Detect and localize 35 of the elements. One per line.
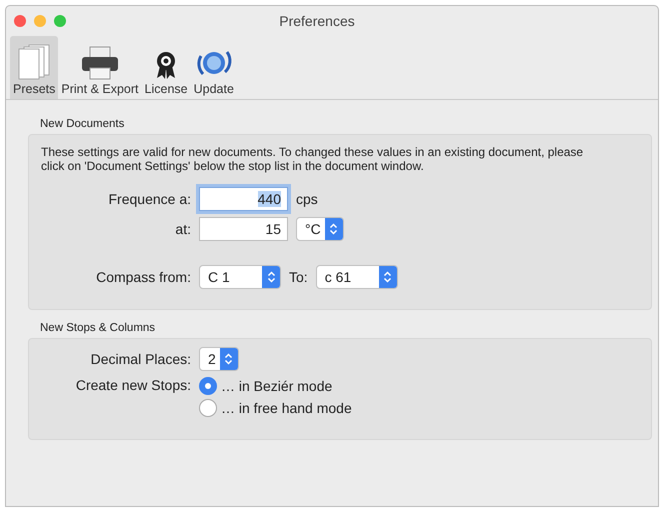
printer-icon — [80, 46, 119, 80]
decimal-places-popup-button[interactable]: 2 — [199, 347, 239, 371]
field-label: Frequence a: — [108, 191, 191, 207]
compass-from-popup-button[interactable]: C 1 — [199, 265, 281, 289]
description-text: These settings are valid for new documents. To changed these values in an existing document, please click on 'Document Settings' below the stop list in the document window. — [41, 145, 584, 173]
field-label: Compass from: — [95, 269, 191, 285]
minimize-button[interactable] — [34, 15, 46, 27]
award-ribbon-icon — [155, 50, 178, 80]
frequency-input-field[interactable]: 440 — [199, 187, 288, 211]
field-label: To: — [289, 269, 308, 285]
temperature-input-field[interactable]: 15 — [199, 217, 288, 241]
stepper-arrows-icon — [324, 218, 343, 240]
group-title: New Stops & Columns — [40, 322, 156, 334]
compass-to-popup-button[interactable]: c 61 — [316, 265, 398, 289]
toolbar-tab[interactable]: Update — [190, 36, 237, 99]
stepper-arrows-icon — [378, 266, 397, 288]
radio-button[interactable] — [199, 399, 217, 417]
window-title: Preferences — [279, 13, 355, 29]
stepper-arrows-icon — [262, 266, 280, 288]
field-label: at: — [174, 221, 191, 237]
field-label: Create new Stops: — [74, 377, 191, 393]
toolbar-tab[interactable]: License — [142, 36, 191, 99]
radio-label: … in free hand mode — [221, 400, 352, 416]
toolbar-tab[interactable]: Print & Export — [58, 36, 142, 99]
toolbar-tab[interactable]: Presets — [10, 36, 58, 99]
radio-button[interactable] — [199, 377, 217, 395]
stepper-arrows-icon — [220, 348, 238, 370]
group-title: New Documents — [40, 118, 126, 130]
zoom-button[interactable] — [54, 15, 66, 27]
field-label: Decimal Places: — [90, 351, 191, 367]
unit-label: cps — [296, 191, 318, 207]
radio-label: … in Beziér mode — [221, 378, 332, 394]
unit-popup-button[interactable]: °C — [296, 217, 344, 241]
documents-icon — [17, 44, 52, 80]
close-button[interactable] — [14, 15, 26, 27]
